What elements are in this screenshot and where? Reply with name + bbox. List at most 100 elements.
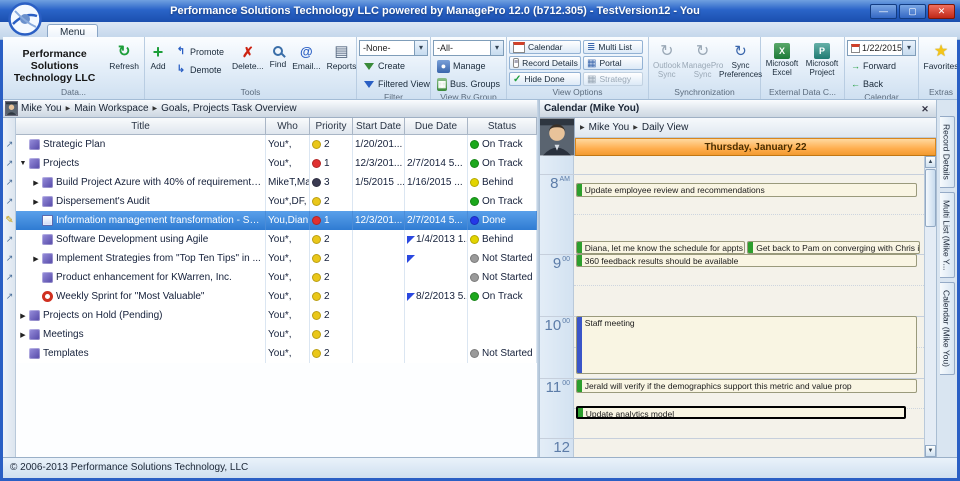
close-button[interactable]: ✕ <box>928 4 955 19</box>
table-row[interactable]: ▼ProjectsYou*,112/3/201...2/7/2014 5...O… <box>16 154 537 173</box>
expand-arrow-icon[interactable]: ▶ <box>18 312 28 320</box>
row-who: You*,DF, <box>266 192 310 211</box>
calendar-event[interactable]: Update employee review and recommendatio… <box>576 183 917 197</box>
microsoft-project-button[interactable]: P Microsoft Project <box>803 40 841 80</box>
row-priority: 2 <box>324 348 330 359</box>
multi-list-toggle-button[interactable]: ≣ Multi List <box>583 40 643 54</box>
side-tab[interactable]: Record Details <box>940 116 955 188</box>
minimize-button[interactable]: — <box>870 4 897 19</box>
calendar-toggle-button[interactable]: Calendar <box>509 40 581 54</box>
link-arrow-icon[interactable]: ↗ <box>4 253 15 264</box>
scroll-up-icon[interactable]: ▲ <box>925 156 936 168</box>
expand-arrow-icon[interactable]: ▶ <box>31 198 41 206</box>
maximize-button[interactable]: ▢ <box>899 4 926 19</box>
side-tab[interactable]: Multi List (Mike Y... <box>940 192 955 279</box>
outlook-sync-button[interactable]: ↻ Outlook Sync <box>651 40 683 82</box>
find-button[interactable]: Find <box>268 40 289 72</box>
app-logo-icon[interactable] <box>8 2 42 36</box>
expand-arrow-icon[interactable]: ▶ <box>18 331 28 339</box>
breadcrumb-item[interactable]: Mike You <box>21 103 62 114</box>
link-arrow-icon[interactable]: ↗ <box>4 291 15 302</box>
strategy-toggle-button[interactable]: ▦ Strategy <box>583 72 643 86</box>
email-button[interactable]: @ Email... <box>290 40 322 74</box>
calendar-event[interactable]: Diana, let me know the schedule for appt… <box>576 241 745 254</box>
delete-button[interactable]: ✗ Delete... <box>230 40 266 74</box>
record-details-toggle-button[interactable]: ≡ Record Details <box>509 56 581 70</box>
refresh-button[interactable]: ↻ Refresh <box>106 40 142 74</box>
demote-button[interactable]: ↳ Demote <box>171 62 228 78</box>
column-header[interactable]: Title <box>16 118 266 135</box>
hide-done-toggle-button[interactable]: ✓ Hide Done <box>509 72 581 86</box>
link-arrow-icon[interactable]: ↗ <box>4 196 15 207</box>
reports-button[interactable]: ▤ Reports <box>325 40 359 74</box>
scroll-thumb[interactable] <box>925 169 936 227</box>
row-priority: 2 <box>324 253 330 264</box>
breadcrumb-item[interactable]: Daily View <box>642 122 689 133</box>
calendar-scrollbar[interactable]: ▲ ▼ <box>924 156 936 457</box>
expand-arrow-icon[interactable]: ▶ <box>31 255 41 263</box>
create-filter-button[interactable]: Create <box>359 58 428 74</box>
edit-pencil-icon[interactable]: ✎ <box>4 215 15 226</box>
favorites-button[interactable]: ★ Favorites <box>921 40 957 74</box>
promote-button[interactable]: ↰ Promote <box>171 44 228 60</box>
priority-cell: 2 <box>310 192 353 211</box>
table-row[interactable]: Software Development using AgileYou*,21/… <box>16 230 537 249</box>
table-row[interactable]: ▶Dispersement's AuditYou*,DF,2On Track <box>16 192 537 211</box>
table-row[interactable]: Strategic PlanYou*,21/20/201...On Track <box>16 135 537 154</box>
hour-label: 1100 <box>546 380 570 395</box>
column-header[interactable]: Priority <box>310 118 353 135</box>
bus-groups-button[interactable]: ▦ Bus. Groups <box>433 76 504 92</box>
table-row[interactable]: Product enhancement for KWarren, Inc.You… <box>16 268 537 287</box>
managepro-sync-button[interactable]: ↻ ManagePro Sync <box>685 40 721 82</box>
manage-button[interactable]: ● Manage <box>433 58 504 74</box>
breadcrumb-item[interactable]: Goals, Projects Task Overview <box>161 103 296 114</box>
link-arrow-icon[interactable]: ↗ <box>4 177 15 188</box>
calendar-event[interactable]: Staff meeting <box>576 316 917 374</box>
column-header[interactable]: Status <box>468 118 537 135</box>
add-button[interactable]: + Add <box>147 40 169 74</box>
side-tab-strip: Record Details Multi List (Mike Y... Calen… <box>937 100 957 457</box>
calendar-event[interactable]: Update analytics model <box>576 406 907 419</box>
link-arrow-icon[interactable]: ↗ <box>4 272 15 283</box>
table-row[interactable]: Weekly Sprint for "Most Valuable"You*,28… <box>16 287 537 306</box>
scroll-down-icon[interactable]: ▼ <box>925 445 936 457</box>
breadcrumb-item[interactable]: Mike You <box>589 122 630 133</box>
sync-preferences-button[interactable]: ↻ Sync Preferences <box>723 40 759 82</box>
portal-toggle-button[interactable]: ▦ Portal <box>583 56 643 70</box>
link-arrow-icon[interactable]: ↗ <box>4 139 15 150</box>
table-row[interactable]: Information management transformation - … <box>16 211 537 230</box>
calendar-event[interactable]: Get back to Pam on converging with Chris… <box>747 241 920 254</box>
side-tab[interactable]: Calendar (Mike You) <box>940 282 955 375</box>
row-start-date <box>353 230 405 249</box>
calendar-event[interactable]: 360 feedback results should be available <box>576 254 917 267</box>
group-select[interactable]: -All- ▾ <box>433 40 504 56</box>
priority-cell: 3 <box>310 173 353 192</box>
row-who: You*, <box>266 287 310 306</box>
calendar-event[interactable]: Jerald will verify if the demographics s… <box>576 379 917 393</box>
expand-arrow-icon[interactable]: ▼ <box>18 160 28 167</box>
column-header[interactable]: Start Date <box>353 118 405 135</box>
filter-select[interactable]: -None- ▾ <box>359 40 428 56</box>
table-row[interactable]: ▶Implement Strategies from "Top Ten Tips… <box>16 249 537 268</box>
event-color-bar <box>577 380 582 392</box>
back-button[interactable]: ← Back <box>847 76 916 92</box>
event-title: Update employee review and recommendatio… <box>585 184 765 195</box>
link-arrow-icon[interactable]: ↗ <box>4 234 15 245</box>
filtered-view-button[interactable]: Filtered View <box>359 76 428 92</box>
panel-close-icon[interactable]: ✕ <box>918 102 932 115</box>
link-arrow-icon[interactable]: ↗ <box>4 158 15 169</box>
priority-cell: 2 <box>310 325 353 344</box>
table-row[interactable]: TemplatesYou*,2Not Started <box>16 344 537 363</box>
forward-button[interactable]: → Forward <box>847 58 916 74</box>
expand-arrow-icon[interactable]: ▶ <box>31 179 41 187</box>
calendar-icon <box>513 42 525 53</box>
table-row[interactable]: ▶Projects on Hold (Pending)You*,2 <box>16 306 537 325</box>
microsoft-excel-button[interactable]: X Microsoft Excel <box>763 40 801 80</box>
row-priority: 2 <box>324 139 330 150</box>
column-header[interactable]: Due Date <box>405 118 468 135</box>
table-row[interactable]: ▶Build Project Azure with 40% of require… <box>16 173 537 192</box>
table-row[interactable]: ▶MeetingsYou*,2 <box>16 325 537 344</box>
breadcrumb-item[interactable]: Main Workspace <box>74 103 148 114</box>
column-header[interactable]: Who <box>266 118 310 135</box>
calendar-date-select[interactable]: 1/22/2015 ▾ <box>847 40 916 56</box>
